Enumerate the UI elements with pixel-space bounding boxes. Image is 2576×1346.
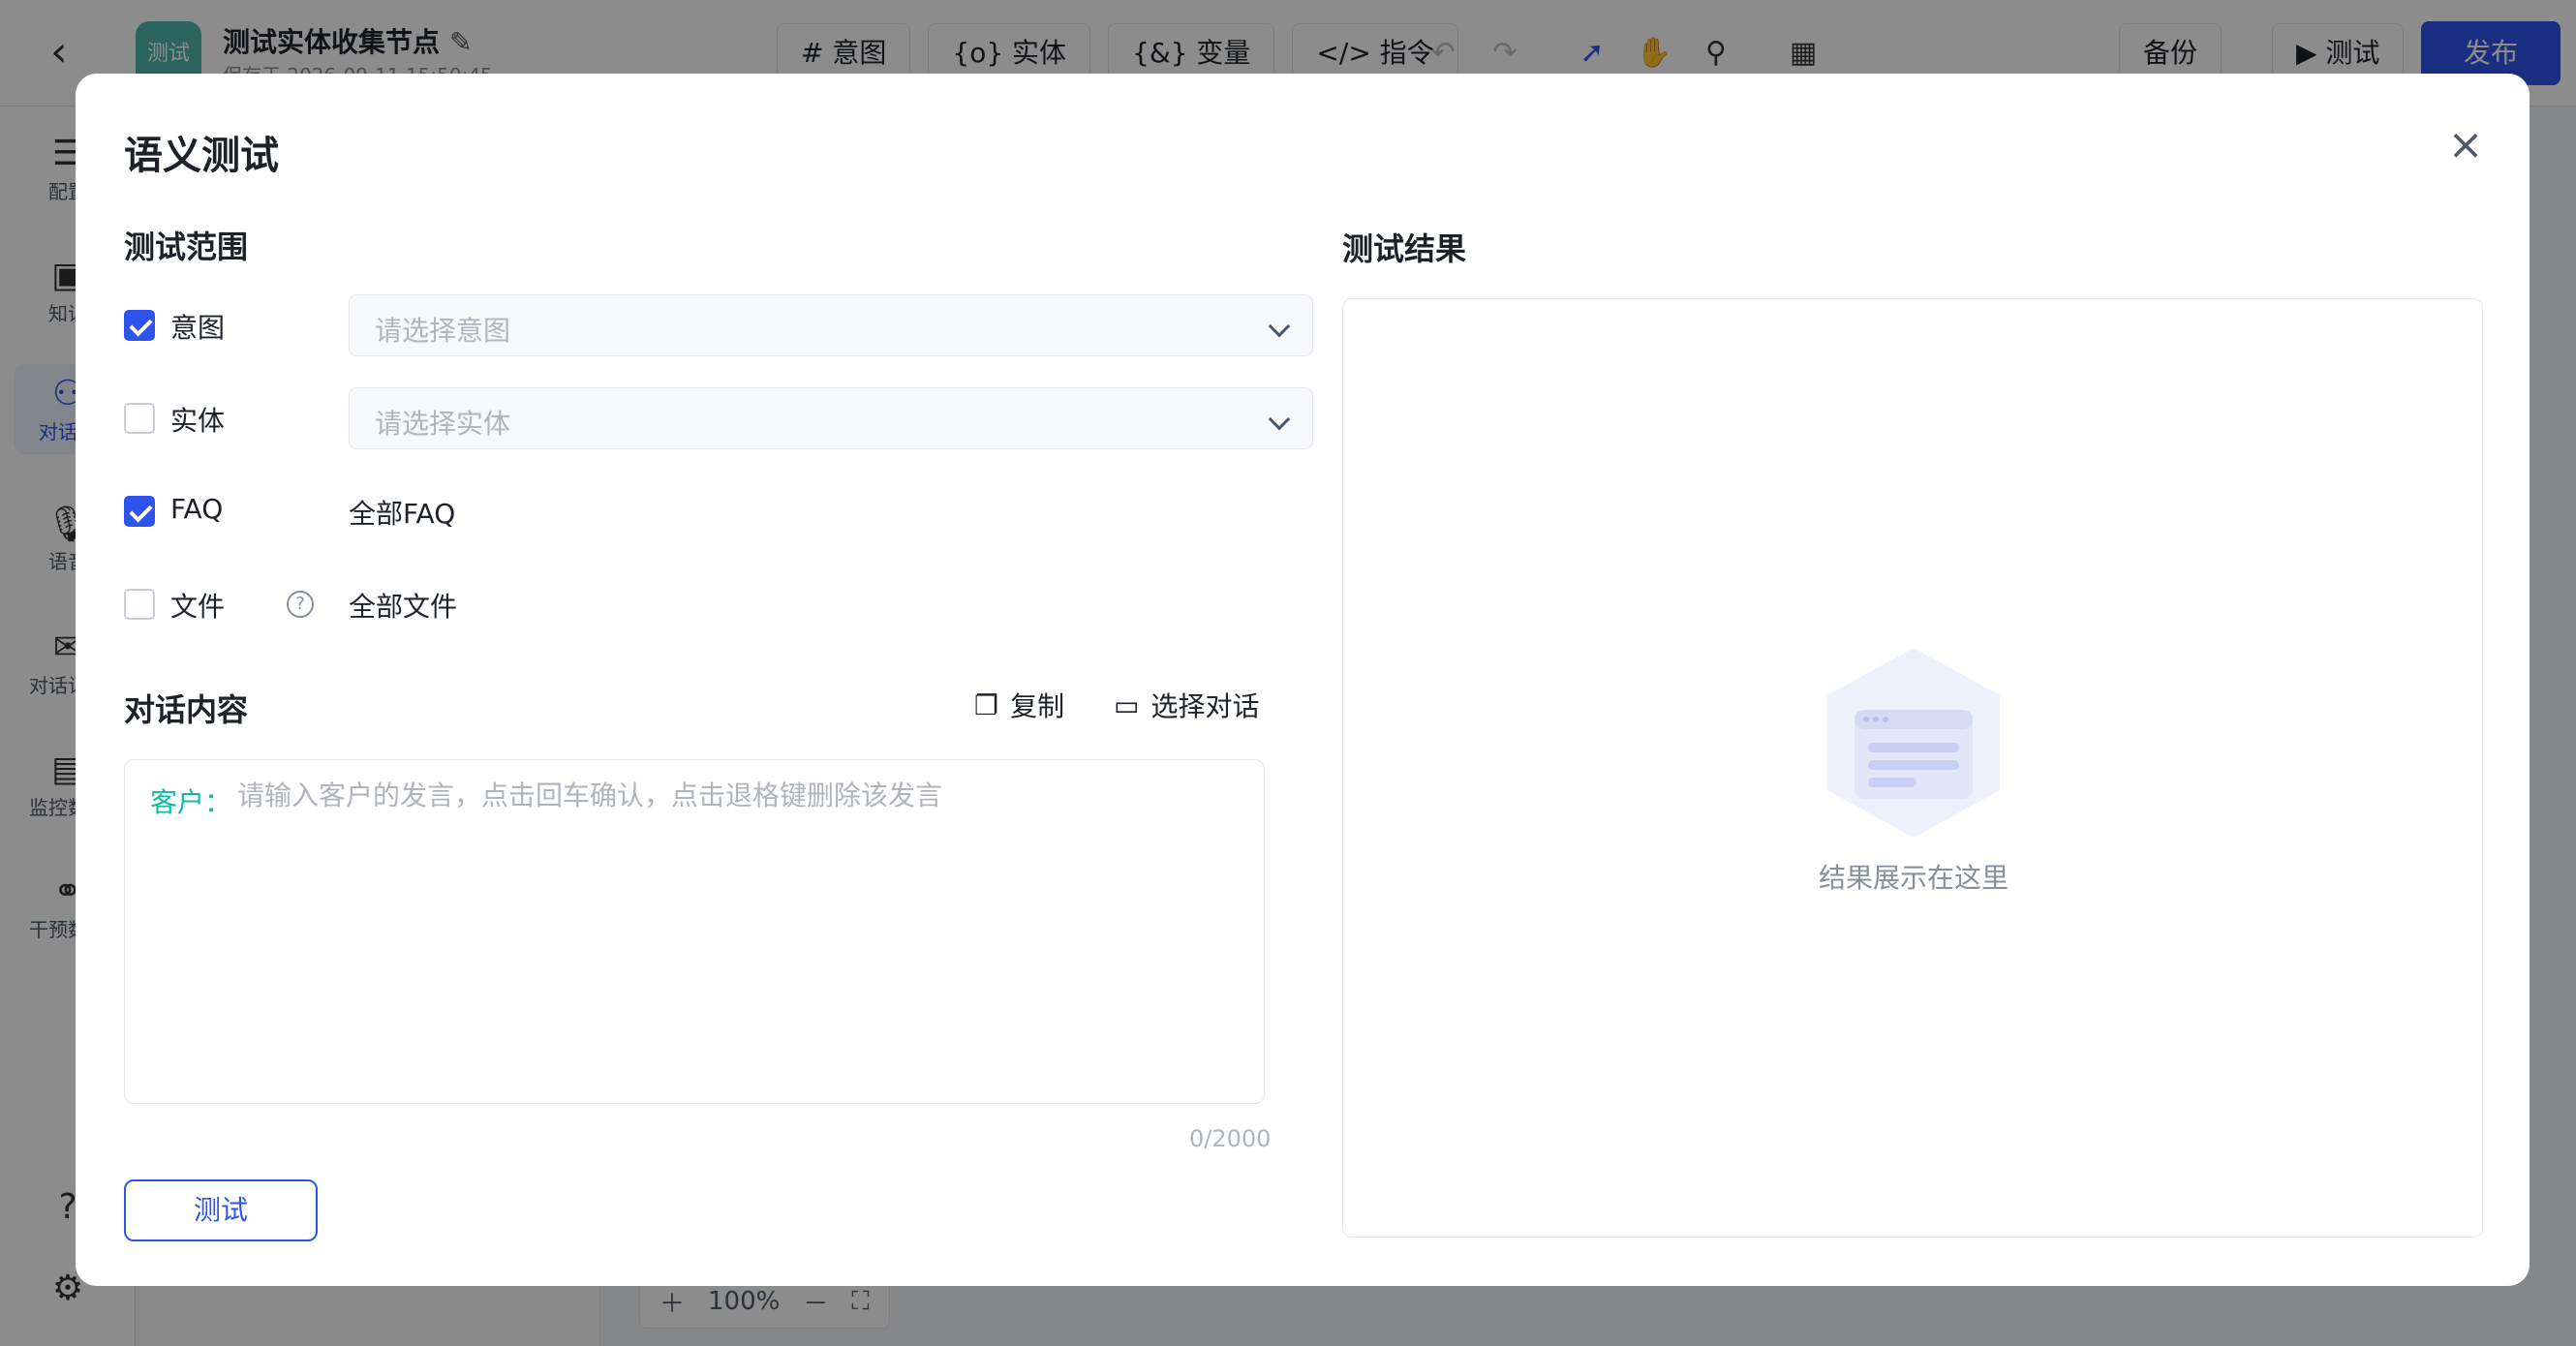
scope-row-file: 文件 ? 全部文件 xyxy=(124,573,1338,635)
intent-checkbox[interactable] xyxy=(124,310,155,341)
select-dialog-label: 选择对话 xyxy=(1150,690,1260,722)
scope-row-intent: 意图 请选择意图 xyxy=(124,294,1338,356)
dialog-section-title: 对话内容 xyxy=(124,691,249,728)
copy-button[interactable]: ❐ 复制 xyxy=(974,686,1064,724)
result-panel: 结果展示在这里 xyxy=(1342,298,2483,1238)
intent-select-placeholder: 请选择意图 xyxy=(375,315,511,347)
chevron-down-icon xyxy=(1268,315,1291,338)
result-section-title: 测试结果 xyxy=(1342,230,1467,267)
char-counter: 0/2000 xyxy=(1189,1125,1272,1152)
file-label: 文件 xyxy=(170,591,226,623)
faq-label: FAQ xyxy=(170,493,224,525)
select-dialog-button[interactable]: ▭ 选择对话 xyxy=(1114,686,1259,724)
semantic-test-modal: 语义测试 × 测试范围 意图 请选择意图 实体 请选择实体 FAQ 全部FAQ … xyxy=(76,74,2530,1286)
empty-state-text: 结果展示在这里 xyxy=(1818,862,2009,894)
entity-checkbox[interactable] xyxy=(124,403,155,434)
intent-select[interactable]: 请选择意图 xyxy=(349,294,1313,356)
copy-icon: ❐ xyxy=(974,688,999,721)
scope-section-title: 测试范围 xyxy=(124,229,249,265)
customer-role-label: 客户： xyxy=(150,786,232,818)
faq-scope-value: 全部FAQ xyxy=(349,498,456,530)
message-icon: ▭ xyxy=(1114,688,1140,721)
customer-utterance-input[interactable] xyxy=(237,780,1244,811)
copy-label: 复制 xyxy=(1010,690,1065,722)
file-scope-value: 全部文件 xyxy=(349,591,458,623)
entity-select-placeholder: 请选择实体 xyxy=(375,408,511,440)
file-checkbox[interactable] xyxy=(124,589,155,620)
scope-row-faq: FAQ 全部FAQ xyxy=(124,480,1338,542)
entity-label: 实体 xyxy=(170,405,226,437)
empty-state-icon xyxy=(1827,648,2000,838)
close-icon[interactable]: × xyxy=(2444,124,2487,167)
intent-label: 意图 xyxy=(170,312,226,344)
faq-checkbox[interactable] xyxy=(124,496,155,527)
question-mark-icon[interactable]: ? xyxy=(287,591,314,618)
chevron-down-icon xyxy=(1268,408,1291,431)
entity-select[interactable]: 请选择实体 xyxy=(349,387,1313,449)
modal-title: 语义测试 xyxy=(124,134,279,178)
dialog-content-box[interactable]: 客户： xyxy=(124,759,1265,1104)
scope-row-entity: 实体 请选择实体 xyxy=(124,387,1338,449)
test-button[interactable]: 测试 xyxy=(124,1179,318,1241)
